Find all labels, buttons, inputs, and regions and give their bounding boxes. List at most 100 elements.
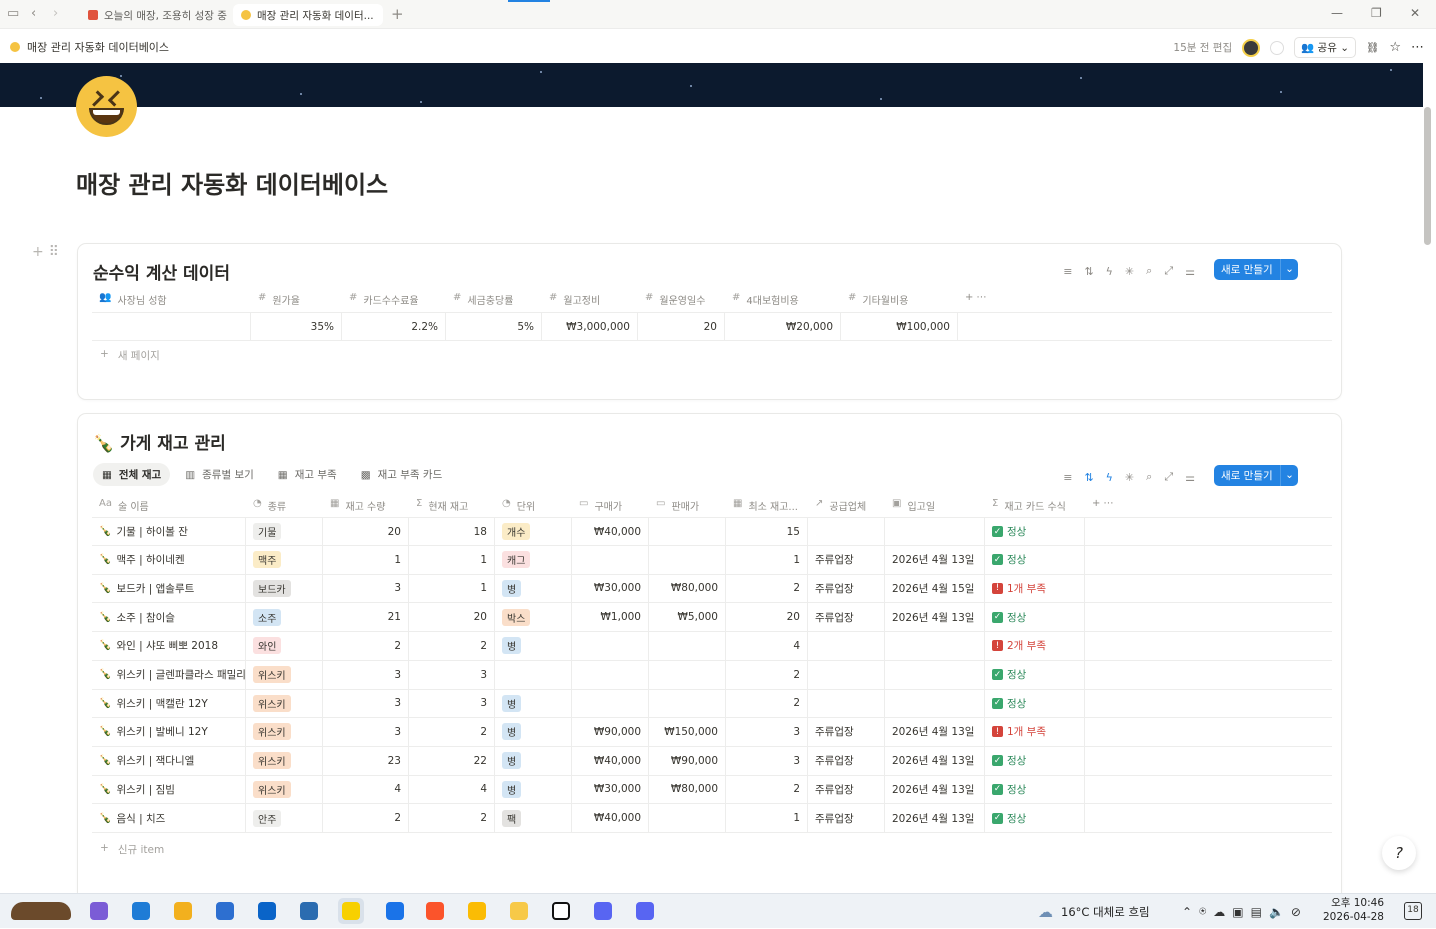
settings-icon[interactable]: ⚌ — [1185, 471, 1195, 484]
column-header[interactable]: ▦ 최소 재고... — [726, 498, 808, 513]
cell-name[interactable]: 🍾 맥주 | 하이네켄 — [92, 545, 246, 575]
cell-unit[interactable]: 박스 — [495, 602, 572, 632]
sort-icon[interactable]: ⇅ — [1084, 265, 1093, 278]
settings-icon[interactable]: ⚌ — [1185, 265, 1195, 278]
cell-unit[interactable]: 개수 — [495, 517, 572, 546]
link-icon[interactable]: ⛓ — [1366, 41, 1379, 54]
table-row[interactable]: 🍾 기물 | 하이볼 잔 기물 20 18 개수 ₩40,000 15 ✓ 정상 — [92, 517, 1332, 546]
column-header[interactable]: Aa 술 이름 — [92, 498, 246, 513]
kakao-talk-icon[interactable] — [8, 898, 74, 924]
new-tab-button[interactable]: + — [391, 6, 404, 22]
cell-qty[interactable]: 3 — [323, 573, 409, 603]
cell-date[interactable]: 2026년 4월 13일 — [885, 774, 985, 804]
cell-date[interactable] — [885, 517, 985, 546]
cell-status[interactable]: ✓ 정상 — [985, 803, 1085, 833]
kakaotalk-icon[interactable] — [338, 898, 364, 924]
cell-unit[interactable] — [495, 660, 572, 689]
cell-qty[interactable]: 2 — [323, 803, 409, 833]
table-cell[interactable]: 2.2% — [342, 312, 446, 341]
table-cell[interactable]: ₩20,000 — [725, 312, 841, 341]
ai-icon[interactable]: ✳ — [1125, 471, 1134, 484]
cell-supplier[interactable]: 주류업장 — [808, 573, 885, 603]
cell-qty[interactable]: 20 — [323, 517, 409, 546]
breadcrumb[interactable]: 매장 관리 자동화 데이터베이스 — [10, 39, 169, 55]
cell-min[interactable]: 4 — [726, 631, 808, 661]
cell-current[interactable]: 18 — [409, 517, 495, 546]
cell-supplier[interactable] — [808, 631, 885, 661]
cell-name[interactable]: 🍾 소주 | 참이슬 — [92, 602, 246, 632]
cell-buy[interactable]: ₩90,000 — [572, 717, 649, 747]
new-button[interactable]: 새로 만들기 ⌄ — [1214, 259, 1298, 280]
cell-sell[interactable] — [649, 517, 726, 546]
cell-type[interactable]: 소주 — [246, 602, 323, 632]
table-cell[interactable]: 20 — [638, 312, 725, 341]
block-drag-handle[interactable]: +⠿ — [32, 244, 64, 260]
copilot-icon[interactable] — [86, 898, 112, 924]
cell-buy[interactable]: ₩1,000 — [572, 602, 649, 632]
cell-unit[interactable]: 병 — [495, 746, 572, 776]
back-icon[interactable]: ‹ — [31, 6, 36, 22]
table-row[interactable]: 🍾 위스키 | 짐빔 위스키 4 4 병 ₩30,000 ₩80,000 2 주류업장 2026년 … — [92, 774, 1332, 805]
view-tab[interactable]: ▥ 종류별 보기 — [176, 463, 263, 486]
add-column-icon[interactable]: + ⋯ — [958, 292, 987, 307]
avatar[interactable] — [1242, 38, 1261, 57]
cell-buy[interactable] — [572, 631, 649, 661]
cell-min[interactable]: 2 — [726, 573, 808, 603]
cell-sell[interactable] — [649, 631, 726, 661]
widgets-icon[interactable] — [296, 898, 322, 924]
cell-supplier[interactable]: 주류업장 — [808, 545, 885, 575]
sticky-notes-icon[interactable] — [506, 898, 532, 924]
cell-buy[interactable]: ₩40,000 — [572, 746, 649, 776]
cell-supplier[interactable]: 주류업장 — [808, 774, 885, 804]
notion-icon[interactable] — [548, 898, 574, 924]
cell-name[interactable]: 🍾 위스키 | 잭다니엘 — [92, 746, 246, 776]
cell-min[interactable]: 2 — [726, 660, 808, 689]
table-row[interactable]: 🍾 음식 | 치즈 안주 2 2 팩 ₩40,000 1 주류업장 2026년 4월 13일 ✓ 정상 — [92, 803, 1332, 833]
forward-icon[interactable]: › — [53, 6, 58, 22]
cell-name[interactable]: 🍾 보드카 | 앱솔루트 — [92, 573, 246, 603]
cell-supplier[interactable]: 주류업장 — [808, 746, 885, 776]
cell-min[interactable]: 2 — [726, 688, 808, 718]
expand-icon[interactable]: ⤢ — [1164, 264, 1173, 278]
volume-icon[interactable]: 🔈 — [1269, 905, 1284, 919]
cell-current[interactable]: 20 — [409, 602, 495, 632]
database-title[interactable]: 🍾 가게 재고 관리 — [93, 429, 226, 454]
cell-unit[interactable]: 캐그 — [495, 545, 572, 575]
cell-date[interactable]: 2026년 4월 13일 — [885, 746, 985, 776]
cell-date[interactable] — [885, 660, 985, 689]
cell-buy[interactable]: ₩40,000 — [572, 517, 649, 546]
column-header[interactable]: # 카드수수료율 — [342, 292, 446, 307]
ai-icon[interactable]: ✳ — [1125, 265, 1134, 278]
search-icon[interactable]: ⌕ — [1146, 470, 1152, 484]
column-header[interactable]: Σ 재고 카드 수식 — [985, 498, 1085, 513]
cell-min[interactable]: 20 — [726, 602, 808, 632]
filter-icon[interactable]: ≡ — [1063, 265, 1072, 278]
cell-min[interactable]: 1 — [726, 803, 808, 833]
column-header[interactable]: ▭ 구매가 — [572, 498, 649, 513]
column-header[interactable]: # 월고정비 — [542, 292, 638, 307]
table-row[interactable]: 🍾 위스키 | 발베니 12Y 위스키 3 2 병 ₩90,000 ₩150,000 3 주류업장… — [92, 717, 1332, 747]
keep-icon[interactable] — [464, 898, 490, 924]
star-icon[interactable]: ☆ — [1389, 40, 1401, 55]
close-window-button[interactable]: ✕ — [1410, 6, 1420, 20]
cell-sell[interactable]: ₩80,000 — [649, 774, 726, 804]
table-row[interactable]: 🍾 위스키 | 맥캘란 12Y 위스키 3 3 병 2 ✓ 정상 — [92, 688, 1332, 719]
table-row[interactable]: 🍾 소주 | 참이슬 소주 21 20 박스 ₩1,000 ₩5,000 20 주류업장 2026년… — [92, 602, 1332, 633]
cell-date[interactable] — [885, 688, 985, 718]
cell-qty[interactable]: 3 — [323, 688, 409, 718]
store-icon[interactable] — [212, 898, 238, 924]
cell-current[interactable]: 2 — [409, 717, 495, 747]
cell-current[interactable]: 3 — [409, 660, 495, 689]
expand-icon[interactable]: ⤢ — [1164, 470, 1173, 484]
cell-buy[interactable] — [572, 545, 649, 575]
chevron-down-icon[interactable]: ⌄ — [1280, 259, 1298, 280]
cell-min[interactable]: 3 — [726, 746, 808, 776]
sort-icon[interactable]: ⇅ — [1084, 471, 1093, 484]
cell-supplier[interactable] — [808, 517, 885, 546]
cell-type[interactable]: 위스키 — [246, 774, 323, 804]
cell-unit[interactable]: 병 — [495, 573, 572, 603]
cell-status[interactable]: ✓ 정상 — [985, 774, 1085, 804]
table-row[interactable]: 🍾 위스키 | 잭다니엘 위스키 23 22 병 ₩40,000 ₩90,000 3 주류업장 20… — [92, 746, 1332, 776]
column-header[interactable]: ▭ 판매가 — [649, 498, 726, 513]
cell-sell[interactable] — [649, 688, 726, 718]
